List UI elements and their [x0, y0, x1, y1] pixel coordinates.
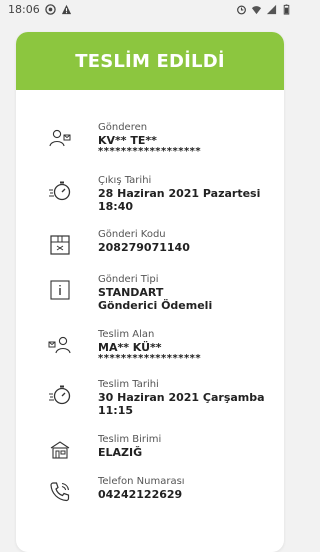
wifi-icon — [251, 5, 262, 14]
delivery-card: TESLİM EDİLDİ Gönderen KV** TE** *******… — [16, 32, 284, 552]
package-icon — [50, 235, 70, 255]
delivery-status-title: TESLİM EDİLDİ — [16, 32, 284, 90]
sender-masked: ****************** — [98, 146, 202, 157]
departure-time-value: 18:40 — [98, 200, 134, 213]
sender-label: Gönderen — [98, 122, 148, 133]
record-icon — [44, 3, 56, 15]
phone-label: Telefon Numarası — [98, 476, 185, 487]
delivery-date-value: 30 Haziran 2021 Çarşamba — [98, 391, 265, 404]
shipment-code-row: Gönderi Kodu 208279071140 — [16, 229, 284, 274]
phone-value[interactable]: 04242122629 — [98, 488, 284, 501]
payment-type-value: Gönderici Ödemeli — [98, 299, 213, 312]
sender-icon — [49, 129, 71, 147]
receiver-row: Teslim Alan MA** KÜ** ****************** — [16, 329, 284, 379]
departure-date-value: 28 Haziran 2021 Pazartesi — [98, 187, 261, 200]
shipment-type-value: STANDART — [98, 286, 164, 299]
receiver-masked: ****************** — [98, 353, 202, 364]
delivery-branch-label: Teslim Birimi — [98, 434, 162, 445]
status-time: 18:06 — [8, 2, 40, 16]
stopwatch-icon — [49, 385, 71, 405]
alarm-icon — [237, 5, 246, 14]
receiver-label: Teslim Alan — [98, 329, 155, 340]
phone-row: Telefon Numarası 04242122629 — [16, 476, 284, 516]
signal-icon — [266, 4, 277, 14]
battery-icon — [283, 3, 290, 15]
delivery-time-value: 11:15 — [98, 404, 134, 417]
delivery-date-row: Teslim Tarihi 30 Haziran 2021 Çarşamba 1… — [16, 379, 284, 434]
shipment-code-label: Gönderi Kodu — [98, 229, 166, 240]
shipment-type-row: Gönderi Tipi STANDART Gönderici Ödemeli — [16, 274, 284, 329]
sender-row: Gönderen KV** TE** ****************** — [16, 122, 284, 175]
departure-date-row: Çıkış Tarihi 28 Haziran 2021 Pazartesi 1… — [16, 175, 284, 229]
delivery-date-label: Teslim Tarihi — [98, 379, 159, 390]
info-icon — [50, 280, 70, 300]
shipment-type-label: Gönderi Tipi — [98, 274, 159, 285]
phone-icon — [50, 482, 70, 502]
delivery-branch-row: Teslim Birimi ELAZIĞ — [16, 434, 284, 476]
departure-date-label: Çıkış Tarihi — [98, 175, 152, 186]
delivery-details: Gönderen KV** TE** ****************** Çı… — [16, 90, 284, 516]
receiver-icon — [48, 336, 71, 354]
warning-icon — [61, 4, 71, 14]
branch-icon — [50, 441, 70, 459]
status-bar: 18:06 — [0, 0, 300, 18]
shipment-code-value: 208279071140 — [98, 241, 190, 254]
delivery-branch-value: ELAZIĞ — [98, 446, 143, 459]
stopwatch-icon — [49, 181, 71, 201]
